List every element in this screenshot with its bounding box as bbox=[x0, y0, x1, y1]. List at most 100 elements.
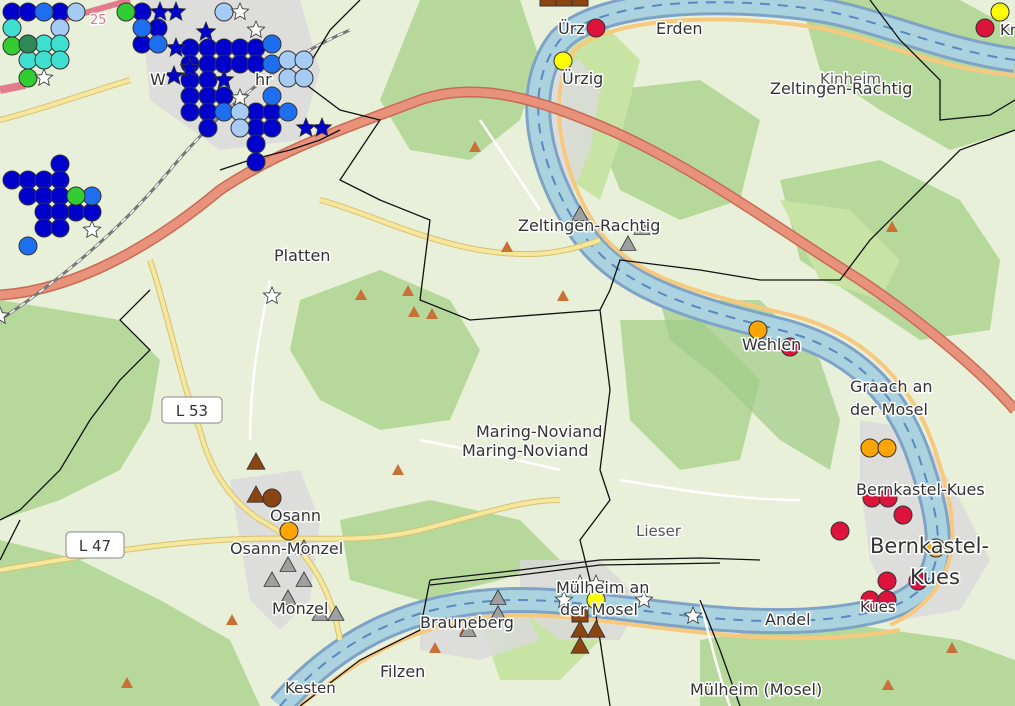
circle-marker[interactable] bbox=[2, 36, 22, 56]
circle-marker[interactable] bbox=[18, 170, 38, 190]
place-label-kues-small: Kues bbox=[860, 598, 896, 616]
circle-marker[interactable] bbox=[132, 18, 152, 38]
circle-marker[interactable] bbox=[180, 102, 200, 122]
circle-marker[interactable] bbox=[230, 38, 250, 58]
place-label-maring-noviand-2: Maring-Noviand bbox=[462, 441, 588, 460]
circle-marker[interactable] bbox=[214, 102, 234, 122]
square-marker[interactable] bbox=[571, 0, 589, 7]
circle-marker[interactable] bbox=[50, 218, 70, 238]
circle-marker[interactable] bbox=[18, 50, 38, 70]
square-marker[interactable] bbox=[539, 0, 557, 7]
circle-marker[interactable] bbox=[180, 38, 200, 58]
circle-marker[interactable] bbox=[34, 34, 54, 54]
circle-marker[interactable] bbox=[246, 102, 266, 122]
square-marker[interactable] bbox=[555, 0, 573, 7]
circle-marker[interactable] bbox=[553, 51, 573, 71]
circle-marker[interactable] bbox=[975, 18, 995, 38]
place-label-uerzig-top: Ürz bbox=[558, 19, 585, 38]
circle-marker[interactable] bbox=[278, 50, 298, 70]
circle-marker[interactable] bbox=[132, 2, 152, 22]
circle-marker[interactable] bbox=[230, 54, 250, 74]
circle-marker[interactable] bbox=[50, 170, 70, 190]
circle-marker[interactable] bbox=[830, 521, 850, 541]
circle-marker[interactable] bbox=[262, 34, 282, 54]
circle-marker[interactable] bbox=[2, 170, 22, 190]
circle-marker[interactable] bbox=[34, 218, 54, 238]
circle-marker[interactable] bbox=[893, 505, 913, 525]
circle-marker[interactable] bbox=[148, 18, 168, 38]
circle-marker[interactable] bbox=[66, 2, 86, 22]
place-label-kesten: Kesten bbox=[285, 679, 336, 697]
place-label-osann-monzel: Osann-Monzel bbox=[230, 539, 343, 558]
circle-marker[interactable] bbox=[990, 2, 1010, 22]
circle-marker[interactable] bbox=[50, 50, 70, 70]
circle-marker[interactable] bbox=[262, 118, 282, 138]
place-label-uerzig: Ürzig bbox=[562, 69, 603, 88]
circle-marker[interactable] bbox=[82, 186, 102, 206]
circle-marker[interactable] bbox=[50, 2, 70, 22]
map-canvas[interactable]: L 53 L 47 25 Ürz Erden Ürzig Kinheim Zel… bbox=[0, 0, 1015, 706]
circle-marker[interactable] bbox=[34, 50, 54, 70]
circle-marker[interactable] bbox=[18, 236, 38, 256]
circle-marker[interactable] bbox=[82, 202, 102, 222]
circle-marker[interactable] bbox=[2, 2, 22, 22]
circle-marker[interactable] bbox=[18, 34, 38, 54]
circle-marker[interactable] bbox=[198, 86, 218, 106]
circle-marker[interactable] bbox=[860, 438, 880, 458]
road-label-l53: L 53 bbox=[176, 402, 208, 420]
circle-marker[interactable] bbox=[66, 202, 86, 222]
circle-marker[interactable] bbox=[198, 118, 218, 138]
circle-marker[interactable] bbox=[116, 2, 136, 22]
circle-marker[interactable] bbox=[214, 86, 234, 106]
circle-marker[interactable] bbox=[877, 571, 897, 591]
circle-marker[interactable] bbox=[198, 54, 218, 74]
circle-marker[interactable] bbox=[294, 68, 314, 88]
circle-marker[interactable] bbox=[50, 18, 70, 38]
place-label-filzen: Filzen bbox=[380, 662, 425, 681]
circle-marker[interactable] bbox=[50, 186, 70, 206]
circle-marker[interactable] bbox=[34, 186, 54, 206]
circle-marker[interactable] bbox=[278, 68, 298, 88]
circle-marker[interactable] bbox=[278, 102, 298, 122]
circle-marker[interactable] bbox=[246, 38, 266, 58]
circle-marker[interactable] bbox=[34, 202, 54, 222]
circle-marker[interactable] bbox=[586, 18, 606, 38]
circle-marker[interactable] bbox=[246, 134, 266, 154]
circle-marker[interactable] bbox=[262, 86, 282, 106]
place-label-wehlen: Wehlen bbox=[742, 335, 801, 354]
place-label-kues-big: Kues bbox=[910, 565, 960, 589]
circle-marker[interactable] bbox=[230, 102, 250, 122]
circle-marker[interactable] bbox=[148, 34, 168, 54]
map-view[interactable]: L 53 L 47 25 Ürz Erden Ürzig Kinheim Zel… bbox=[0, 0, 1015, 706]
circle-marker[interactable] bbox=[180, 70, 200, 90]
circle-marker[interactable] bbox=[50, 34, 70, 54]
circle-marker[interactable] bbox=[18, 186, 38, 206]
circle-marker[interactable] bbox=[214, 2, 234, 22]
circle-marker[interactable] bbox=[50, 154, 70, 174]
place-label-zeltingen-rachtig-ne: Zeltingen-Rachtig bbox=[770, 79, 912, 98]
circle-marker[interactable] bbox=[877, 438, 897, 458]
circle-marker[interactable] bbox=[294, 50, 314, 70]
circle-marker[interactable] bbox=[198, 102, 218, 122]
place-label-brauneberg: Brauneberg bbox=[420, 613, 514, 632]
circle-marker[interactable] bbox=[262, 102, 282, 122]
circle-marker[interactable] bbox=[180, 86, 200, 106]
circle-marker[interactable] bbox=[66, 186, 86, 206]
circle-marker[interactable] bbox=[34, 170, 54, 190]
circle-marker[interactable] bbox=[214, 38, 234, 58]
circle-marker[interactable] bbox=[198, 38, 218, 58]
place-label-graach-1: Graach an bbox=[850, 377, 933, 396]
circle-marker[interactable] bbox=[34, 2, 54, 22]
circle-marker[interactable] bbox=[262, 488, 282, 508]
circle-marker[interactable] bbox=[132, 34, 152, 54]
circle-marker[interactable] bbox=[246, 118, 266, 138]
circle-marker[interactable] bbox=[18, 2, 38, 22]
circle-marker[interactable] bbox=[198, 70, 218, 90]
circle-marker[interactable] bbox=[2, 18, 22, 38]
circle-marker[interactable] bbox=[246, 152, 266, 172]
circle-marker[interactable] bbox=[18, 68, 38, 88]
place-label-maring-noviand-1: Maring-Noviand bbox=[476, 422, 602, 441]
circle-marker[interactable] bbox=[230, 118, 250, 138]
place-label-wittlich-2: hr bbox=[255, 70, 272, 89]
circle-marker[interactable] bbox=[50, 202, 70, 222]
